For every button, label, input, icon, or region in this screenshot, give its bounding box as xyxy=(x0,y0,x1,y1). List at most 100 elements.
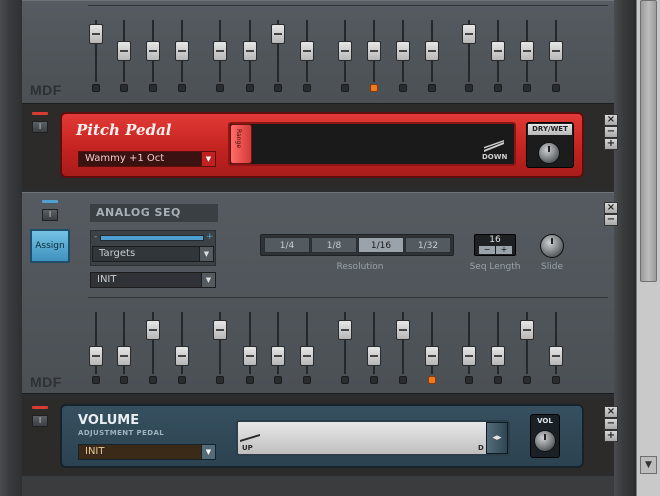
slider-cap[interactable] xyxy=(243,346,257,366)
slider-cap[interactable] xyxy=(367,41,381,61)
slider-cap[interactable] xyxy=(549,346,563,366)
pitch-pedal-preset-dropdown[interactable]: Wammy +1 Oct ▼ xyxy=(78,151,216,167)
step-slider[interactable] xyxy=(520,20,534,92)
close-button[interactable]: × xyxy=(604,406,618,418)
volume-preset-dropdown[interactable]: INIT ▼ xyxy=(78,444,216,460)
scrollbar-thumb[interactable] xyxy=(640,0,657,282)
slider-cap[interactable] xyxy=(146,320,160,340)
step-slider[interactable] xyxy=(89,20,103,92)
step-slider[interactable] xyxy=(367,20,381,92)
slider-cap[interactable] xyxy=(462,24,476,44)
step-slider[interactable] xyxy=(175,312,189,384)
slider-cap[interactable] xyxy=(175,41,189,61)
step-slider[interactable] xyxy=(338,20,352,92)
step-slider[interactable] xyxy=(491,20,505,92)
step-slider[interactable] xyxy=(271,312,285,384)
slider-cap[interactable] xyxy=(117,41,131,61)
slider-cap[interactable] xyxy=(213,41,227,61)
pitch-pedal-power-button[interactable]: I xyxy=(32,121,48,133)
plus-button[interactable]: + xyxy=(604,138,618,150)
minus-button[interactable]: − xyxy=(604,214,618,226)
resolution-option[interactable]: 1/32 xyxy=(405,237,451,253)
step-slider[interactable] xyxy=(338,312,352,384)
step-led xyxy=(216,376,224,384)
slider-cap[interactable] xyxy=(271,24,285,44)
plus-button[interactable]: + xyxy=(604,430,618,442)
slide-knob[interactable] xyxy=(540,234,564,258)
scroll-down-button[interactable]: ▼ xyxy=(640,456,657,474)
slider-cap[interactable] xyxy=(117,346,131,366)
step-slider[interactable] xyxy=(300,312,314,384)
vol-knob[interactable] xyxy=(534,430,556,452)
slider-cap[interactable] xyxy=(300,41,314,61)
step-slider[interactable] xyxy=(117,20,131,92)
step-slider[interactable] xyxy=(491,312,505,384)
slider-cap[interactable] xyxy=(300,346,314,366)
slider-cap[interactable] xyxy=(462,346,476,366)
step-slider[interactable] xyxy=(520,312,534,384)
slider-cap[interactable] xyxy=(491,346,505,366)
slider-cap[interactable] xyxy=(425,346,439,366)
step-slider[interactable] xyxy=(462,312,476,384)
resolution-option[interactable]: 1/16 xyxy=(358,237,404,253)
slider-cap[interactable] xyxy=(491,41,505,61)
slider-cap[interactable] xyxy=(271,346,285,366)
minus-button[interactable]: − xyxy=(604,126,618,138)
drywet-knob[interactable] xyxy=(538,142,560,164)
vertical-scrollbar[interactable]: ▼ xyxy=(636,0,660,496)
step-slider[interactable] xyxy=(243,312,257,384)
patch-dropdown[interactable]: INIT ▼ xyxy=(90,272,216,288)
step-slider[interactable] xyxy=(425,20,439,92)
step-slider[interactable] xyxy=(146,312,160,384)
minus-button[interactable]: − xyxy=(604,418,618,430)
step-slider[interactable] xyxy=(549,20,563,92)
macro-amount-bar[interactable] xyxy=(100,235,204,241)
step-led xyxy=(303,84,311,92)
step-slider[interactable] xyxy=(271,20,285,92)
slider-cap[interactable] xyxy=(175,346,189,366)
seq-length-plus-button[interactable]: + xyxy=(496,246,512,254)
step-slider[interactable] xyxy=(425,312,439,384)
slider-cap[interactable] xyxy=(146,41,160,61)
step-slider[interactable] xyxy=(396,20,410,92)
step-slider[interactable] xyxy=(117,312,131,384)
step-slider[interactable] xyxy=(243,20,257,92)
step-slider[interactable] xyxy=(213,312,227,384)
step-slider[interactable] xyxy=(89,312,103,384)
slider-cap[interactable] xyxy=(338,41,352,61)
assign-button[interactable]: Assign xyxy=(30,229,70,263)
step-slider[interactable] xyxy=(549,312,563,384)
slider-cap[interactable] xyxy=(338,320,352,340)
slider-cap[interactable] xyxy=(89,24,103,44)
slider-cap[interactable] xyxy=(520,41,534,61)
step-slider[interactable] xyxy=(300,20,314,92)
pitch-pedal-handle[interactable]: Range xyxy=(230,124,252,164)
analog-seq-power-button[interactable]: I xyxy=(42,209,58,221)
step-slider[interactable] xyxy=(367,312,381,384)
step-slider[interactable] xyxy=(213,20,227,92)
divider xyxy=(88,5,608,6)
step-slider[interactable] xyxy=(462,20,476,92)
slider-cap[interactable] xyxy=(520,320,534,340)
seq-length-value: 16 xyxy=(489,235,501,245)
volume-power-button[interactable]: I xyxy=(32,415,48,427)
close-button[interactable]: × xyxy=(604,202,618,214)
slider-cap[interactable] xyxy=(243,41,257,61)
step-slider[interactable] xyxy=(146,20,160,92)
resolution-option[interactable]: 1/4 xyxy=(264,237,310,253)
step-slider[interactable] xyxy=(396,312,410,384)
targets-dropdown[interactable]: Targets ▼ xyxy=(92,246,214,262)
step-slider[interactable] xyxy=(175,20,189,92)
slider-cap[interactable] xyxy=(549,41,563,61)
seq-length-minus-button[interactable]: − xyxy=(479,246,495,254)
drywet-label: DRY/WET xyxy=(528,124,572,135)
slider-cap[interactable] xyxy=(396,41,410,61)
resolution-option[interactable]: 1/8 xyxy=(311,237,357,253)
slider-cap[interactable] xyxy=(89,346,103,366)
volume-pedal-handle[interactable]: ◂▸ xyxy=(486,422,508,454)
slider-cap[interactable] xyxy=(367,346,381,366)
slider-cap[interactable] xyxy=(425,41,439,61)
slider-cap[interactable] xyxy=(396,320,410,340)
slider-cap[interactable] xyxy=(213,320,227,340)
close-button[interactable]: × xyxy=(604,114,618,126)
